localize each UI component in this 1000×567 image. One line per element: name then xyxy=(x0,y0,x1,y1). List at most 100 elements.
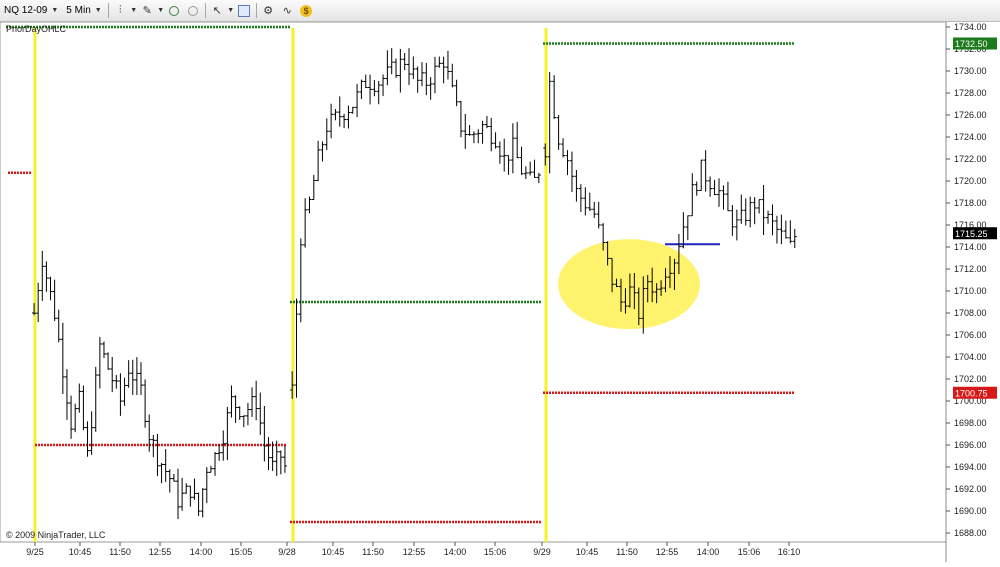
ohlc-bar xyxy=(757,199,762,214)
x-tick-label: 11:50 xyxy=(362,547,384,557)
ohlc-bar xyxy=(389,48,394,75)
ohlc-bar xyxy=(463,113,468,149)
ohlc-bar xyxy=(44,261,49,292)
ohlc-bar xyxy=(56,309,61,343)
chevron-down-icon[interactable]: ▼ xyxy=(157,2,165,19)
ohlc-bar xyxy=(180,477,185,511)
ohlc-series-9-25 xyxy=(32,250,287,520)
x-tick-label: 12:55 xyxy=(149,547,172,557)
ohlc-bar xyxy=(578,184,583,212)
toolbar-divider xyxy=(255,3,257,18)
strategy-icon[interactable]: ⚙ xyxy=(259,2,278,19)
ohlc-bar xyxy=(480,120,485,144)
x-tick-label: 14:00 xyxy=(697,547,720,557)
ohlc-bar xyxy=(569,151,574,192)
ohlc-bar xyxy=(368,74,373,105)
ohlc-series-9-28 xyxy=(290,48,541,399)
ohlc-bar xyxy=(712,179,717,196)
price-badge: 1715.25 xyxy=(953,227,997,240)
ohlc-bar xyxy=(282,445,287,473)
ohlc-bar xyxy=(770,204,775,236)
ohlc-bar xyxy=(699,159,704,192)
ohlc-bar xyxy=(523,166,528,180)
ohlc-bar xyxy=(303,198,308,248)
ohlc-bar xyxy=(262,406,267,462)
ohlc-bar xyxy=(36,282,41,323)
ohlc-bar xyxy=(783,220,788,239)
ohlc-bar xyxy=(48,276,53,301)
y-tick-label: 1694.00 xyxy=(954,462,987,472)
ohlc-bar xyxy=(587,192,592,212)
ohlc-bar xyxy=(122,377,127,406)
ohlc-bar xyxy=(176,468,181,520)
ohlc-bar xyxy=(450,63,455,88)
ohlc-bar xyxy=(196,492,201,517)
interval-selector[interactable]: 5 Min ▼ xyxy=(62,0,105,21)
ohlc-bar xyxy=(779,214,784,245)
ohlc-bar xyxy=(77,383,82,413)
coin-icon[interactable]: $ xyxy=(297,2,316,19)
ohlc-bar xyxy=(208,465,213,473)
ohlc-bar xyxy=(52,279,57,322)
ohlc-bar xyxy=(497,141,502,164)
pencil-icon[interactable]: ✎ xyxy=(138,2,157,19)
ohlc-bar xyxy=(752,197,757,225)
ohlc-bar xyxy=(743,198,748,226)
y-tick-label: 1718.00 xyxy=(954,198,987,208)
ohlc-bar xyxy=(703,150,708,192)
ohlc-bar xyxy=(97,336,102,389)
ohlc-bar xyxy=(547,72,552,174)
zoom-in-icon[interactable] xyxy=(165,2,184,19)
cursor-icon[interactable]: ↖ xyxy=(208,2,227,19)
ohlc-bar xyxy=(398,48,403,93)
ohlc-bar xyxy=(685,215,690,241)
y-tick-label: 1722.00 xyxy=(954,154,987,164)
price-chart[interactable]: 1734.001732.001730.001728.001726.001724.… xyxy=(0,21,1000,562)
ohlc-bar xyxy=(739,194,744,224)
ohlc-bar xyxy=(437,56,442,68)
chevron-down-icon[interactable]: ▼ xyxy=(227,2,235,19)
ohlc-bar xyxy=(721,185,726,210)
ohlc-bar xyxy=(407,48,412,85)
ohlc-bar xyxy=(217,444,222,461)
ohlc-bar xyxy=(363,74,368,89)
ohlc-bar xyxy=(419,62,424,87)
ohlc-bar xyxy=(311,174,316,200)
ohlc-bar xyxy=(188,485,193,507)
ohlc-bar xyxy=(329,103,334,139)
y-tick-label: 1720.00 xyxy=(954,176,987,186)
x-tick-label: 11:50 xyxy=(109,547,131,557)
y-tick-label: 1724.00 xyxy=(954,132,987,142)
ohlc-bar xyxy=(254,380,259,421)
properties-icon[interactable] xyxy=(235,2,254,19)
copyright-label: © 2009 NinjaTrader, LLC xyxy=(6,530,106,540)
y-tick-label: 1690.00 xyxy=(954,506,987,516)
x-tick-label: 10:45 xyxy=(576,547,599,557)
indicator-icon[interactable]: ∿ xyxy=(278,2,297,19)
chart-canvas: 1734.001732.001730.001728.001726.001724.… xyxy=(0,21,997,562)
zoom-out-icon[interactable] xyxy=(184,2,203,19)
y-tick-label: 1696.00 xyxy=(954,440,987,450)
x-tick-label: 14:00 xyxy=(190,547,213,557)
y-tick-label: 1688.00 xyxy=(954,528,987,538)
ohlc-bar xyxy=(184,483,189,494)
ohlc-bar xyxy=(515,122,520,159)
ohlc-bar xyxy=(445,50,450,80)
indicator-label: PriorDayOHLC xyxy=(6,24,67,34)
ohlc-bar xyxy=(204,467,209,504)
chevron-down-icon[interactable]: ▼ xyxy=(130,2,138,19)
ohlc-bar xyxy=(476,129,481,144)
ohlc-bar xyxy=(355,83,360,118)
ohlc-bar xyxy=(748,196,753,228)
ohlc-bar xyxy=(69,395,74,439)
ohlc-bar xyxy=(552,75,557,120)
instrument-selector[interactable]: NQ 12-09 ▼ xyxy=(0,0,62,21)
x-tick-label: 9/25 xyxy=(26,547,44,557)
instrument-label: NQ 12-09 xyxy=(4,5,48,16)
ohlc-bar xyxy=(372,79,377,97)
ohlc-bar xyxy=(528,161,533,176)
bar-style-icon[interactable]: ⫶ xyxy=(111,2,130,19)
ohlc-bar xyxy=(725,181,730,212)
price-badge-label: 1715.25 xyxy=(955,229,988,239)
y-tick-label: 1704.00 xyxy=(954,352,987,362)
